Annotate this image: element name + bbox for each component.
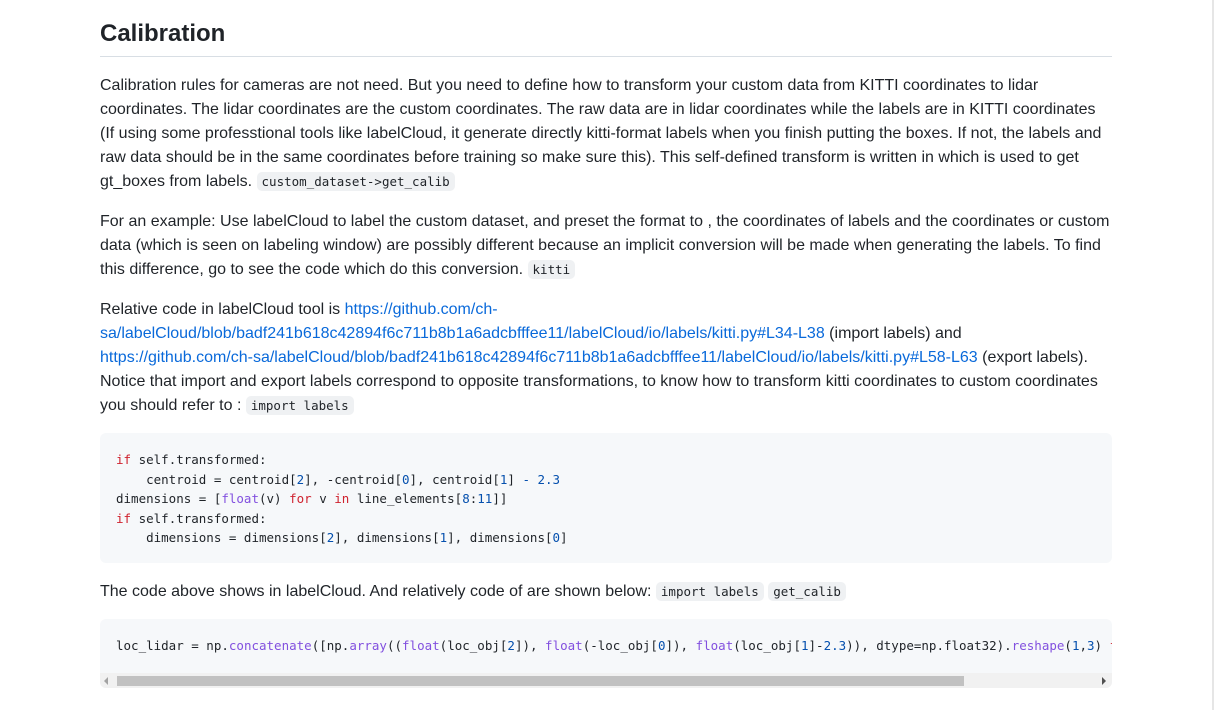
code-number: 11 <box>477 491 493 507</box>
code-text: centroid = centroid[ <box>116 471 297 487</box>
code-keyword: for <box>289 491 312 507</box>
code-text: dimensions = dimensions[ <box>116 530 327 546</box>
paragraph-text: Calibration rules for cameras are not ne… <box>100 77 1102 190</box>
code-lines: loc_lidar = np.concatenate([np.array((fl… <box>116 636 1112 656</box>
paragraph-relative-code: Relative code in labelCloud tool is http… <box>100 298 1112 418</box>
code-number: 8 <box>462 491 470 507</box>
scrollbar-thumb[interactable] <box>117 676 964 686</box>
code-text: self.transformed: <box>131 452 267 467</box>
code-function: array <box>349 638 387 653</box>
code-number: 3 <box>1087 638 1095 653</box>
code-text: ]] <box>492 491 508 507</box>
code-text: (loc_obj[ <box>439 638 508 653</box>
inline-code: kitti <box>527 260 576 279</box>
horizontal-scrollbar[interactable] <box>100 673 1112 688</box>
code-text: (v) <box>259 491 290 507</box>
code-number: 2 <box>507 638 515 653</box>
code-operator: - <box>522 471 530 487</box>
scroll-right-icon[interactable] <box>1102 677 1106 685</box>
paragraph-text: The code above shows in labelCloud. And … <box>100 583 652 600</box>
code-block-labelcloud: if self.transformed: centroid = centroid… <box>100 433 1112 563</box>
code-number: 1 <box>439 530 448 546</box>
code-text: v <box>311 491 335 507</box>
code-text: ] <box>507 471 523 487</box>
markdown-body: Calibration Calibration rules for camera… <box>100 0 1112 688</box>
code-builtin: float <box>402 638 440 653</box>
code-text: ]), <box>665 638 696 653</box>
code-function: concatenate <box>228 638 312 653</box>
code-text: self.transformed: <box>131 510 267 526</box>
inline-code: get_calib <box>768 582 846 601</box>
code-lines: if self.transformed: centroid = centroid… <box>116 450 568 548</box>
code-block-get-calib: loc_lidar = np.concatenate([np.array((fl… <box>100 619 1112 688</box>
paragraph-calibration-rules: Calibration rules for cameras are not ne… <box>100 74 1112 194</box>
code-text: ([np. <box>311 638 350 653</box>
paragraph-text: Relative code in labelCloud tool is <box>100 301 345 318</box>
code-text: (loc_obj[ <box>733 638 801 653</box>
paragraph-example: For an example: Use labelCloud to label … <box>100 210 1112 282</box>
code-text: ], centroid[ <box>409 471 500 487</box>
code-number: 2.3 <box>537 471 561 487</box>
code-text: ], dimensions[ <box>334 530 440 546</box>
paragraph-text: For an example: Use labelCloud to label … <box>100 213 1110 278</box>
inline-code: custom_dataset->get_calib <box>256 172 455 191</box>
code-keyword: in <box>334 491 350 507</box>
code-text: ]- <box>808 638 824 653</box>
code-text: ) <box>1094 638 1110 653</box>
paragraph-code-above: The code above shows in labelCloud. And … <box>100 580 1112 604</box>
code-number: 2.3 <box>823 638 847 653</box>
code-builtin: float <box>695 638 734 653</box>
code-builtin: float <box>545 638 583 653</box>
code-text: ]), <box>514 638 546 653</box>
code-text: dimensions = [ <box>116 491 222 507</box>
code-text: (( <box>386 638 403 653</box>
section-heading: Calibration <box>100 0 1112 57</box>
code-keyword: if <box>116 452 132 467</box>
code-keyword: fo <box>1110 638 1112 653</box>
paragraph-text: (import labels) and <box>824 325 962 342</box>
code-text: ] <box>560 530 568 546</box>
code-text: , <box>1079 638 1087 653</box>
code-builtin: float <box>221 491 259 507</box>
code-text: (-loc_obj[ <box>582 638 658 653</box>
code-text: ( <box>1064 638 1072 653</box>
code-text: line_elements[ <box>349 491 463 507</box>
code-number: 0 <box>552 530 561 546</box>
link-export-labels[interactable]: https://github.com/ch-sa/labelCloud/blob… <box>100 349 978 366</box>
inline-code: import labels <box>655 582 764 601</box>
code-number: 0 <box>402 471 410 487</box>
code-number: 1 <box>800 638 809 653</box>
code-text: ], dimensions[ <box>447 530 553 546</box>
inline-code: import labels <box>245 396 354 415</box>
code-text: )), dtype=np.float32). <box>846 638 1012 653</box>
code-function: reshape <box>1011 638 1065 653</box>
code-text: loc_lidar = np. <box>116 638 229 653</box>
scroll-left-icon[interactable] <box>104 677 108 685</box>
code-keyword: if <box>116 510 132 526</box>
code-text: ], -centroid[ <box>304 471 402 487</box>
